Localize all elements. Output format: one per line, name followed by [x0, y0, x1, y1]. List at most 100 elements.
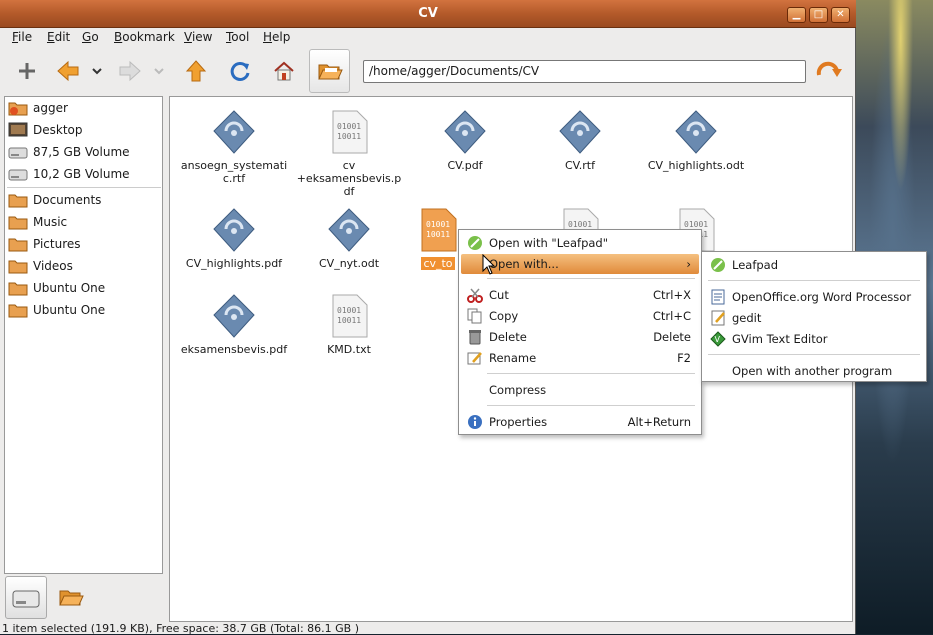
up-button[interactable] [178, 49, 214, 93]
svg-text:V: V [715, 335, 721, 344]
folder-view-button[interactable] [309, 49, 350, 93]
file-item[interactable]: eksamensbevis.pdf [172, 291, 296, 356]
title-bar[interactable]: CV ▁ □ ✕ [0, 0, 856, 28]
place-desktop[interactable]: Desktop [8, 120, 83, 140]
place-volume-10[interactable]: 10,2 GB Volume [8, 164, 130, 184]
copy-icon [461, 308, 489, 324]
place-volume-87[interactable]: 87,5 GB Volume [8, 142, 130, 162]
place-music[interactable]: Music [8, 212, 67, 232]
places-mode-button[interactable] [5, 576, 47, 619]
svg-text:01001: 01001 [426, 220, 450, 229]
file-item[interactable]: 01001 10011 cv +eksamensbevis.p df [287, 107, 411, 198]
file-item[interactable]: CV_highlights.pdf [172, 205, 296, 270]
svg-text:01001: 01001 [684, 220, 708, 229]
file-item[interactable]: 01001 10011 KMD.txt [287, 291, 411, 356]
place-ubuntu-one[interactable]: Ubuntu One [8, 278, 105, 298]
trash-icon [461, 329, 489, 345]
file-name: cv_to [421, 257, 455, 270]
tree-mode-button[interactable] [50, 576, 92, 619]
file-name: CV_highlights.pdf [185, 257, 283, 270]
menu-bookmark[interactable]: Bookmark [114, 30, 175, 44]
place-label: Documents [33, 193, 102, 207]
submenu-item-other[interactable]: Open with another program [704, 361, 924, 381]
home-folder-icon [8, 102, 28, 116]
place-videos[interactable]: Videos [8, 256, 73, 276]
place-ubuntu-one-2[interactable]: Ubuntu One [8, 300, 105, 320]
document-icon [403, 107, 527, 155]
folder-icon [8, 216, 28, 230]
back-history-dropdown[interactable] [88, 49, 106, 93]
file-item[interactable]: CV.pdf [403, 107, 527, 172]
submenu-item-openoffice[interactable]: OpenOffice.org Word Processor [704, 287, 924, 307]
maximize-button[interactable]: □ [809, 7, 828, 23]
file-item[interactable]: CV_highlights.odt [634, 107, 758, 172]
document-icon [518, 107, 642, 155]
arrow-right-icon [119, 60, 141, 82]
menu-item-properties[interactable]: Properties Alt+Return [461, 412, 699, 432]
place-label: 10,2 GB Volume [33, 167, 130, 181]
forward-button[interactable] [112, 49, 148, 93]
menu-view[interactable]: View [184, 30, 212, 44]
forward-history-dropdown[interactable] [150, 49, 168, 93]
go-button[interactable] [812, 49, 846, 93]
document-icon [172, 291, 296, 339]
file-name: ansoegn_systemati c.rtf [180, 159, 288, 185]
folder-icon [8, 194, 28, 208]
place-label: Music [33, 215, 68, 229]
minimize-button[interactable]: ▁ [787, 7, 806, 23]
location-input[interactable]: /home/agger/Documents/CV [363, 60, 806, 83]
file-item[interactable]: CV.rtf [518, 107, 642, 172]
place-label: agger [33, 101, 68, 115]
svg-text:01001: 01001 [337, 306, 361, 315]
home-button[interactable] [266, 49, 302, 93]
new-tab-button[interactable] [8, 49, 46, 93]
folder-icon [8, 304, 28, 318]
back-button[interactable] [50, 49, 86, 93]
menu-go[interactable]: Go [82, 30, 99, 44]
menu-item-copy[interactable]: Copy Ctrl+C [461, 306, 699, 326]
submenu-item-gvim[interactable]: V GVim Text Editor [704, 329, 924, 349]
menu-help[interactable]: Help [263, 30, 290, 44]
menu-item-delete[interactable]: Delete Delete [461, 327, 699, 347]
drive-icon [8, 147, 28, 159]
place-home[interactable]: agger [8, 98, 68, 118]
file-name: CV_nyt.odt [318, 257, 380, 270]
menu-item-open-with[interactable]: Open with... › [461, 254, 699, 274]
submenu-item-leafpad[interactable]: Leafpad [704, 255, 924, 275]
svg-text:10011: 10011 [426, 230, 450, 239]
home-icon [274, 61, 294, 81]
chevron-down-icon [92, 68, 102, 75]
mouse-cursor-icon [482, 254, 496, 275]
file-name: CV_highlights.odt [647, 159, 745, 172]
close-button[interactable]: ✕ [831, 7, 850, 23]
menu-item-rename[interactable]: Rename F2 [461, 348, 699, 368]
submenu-item-gedit[interactable]: gedit [704, 308, 924, 328]
menu-edit[interactable]: Edit [47, 30, 70, 44]
svg-text:01001: 01001 [568, 220, 592, 229]
reload-button[interactable] [222, 49, 258, 93]
folder-open-icon [59, 590, 84, 605]
gvim-icon: V [704, 331, 732, 347]
menu-item-open-with-leafpad[interactable]: Open with "Leafpad" [461, 233, 699, 253]
file-item[interactable]: ansoegn_systemati c.rtf [172, 107, 296, 185]
openoffice-writer-icon [704, 289, 732, 305]
file-item[interactable]: CV_nyt.odt [287, 205, 411, 270]
place-documents[interactable]: Documents [8, 190, 101, 210]
menu-item-compress[interactable]: Compress [461, 380, 699, 400]
file-name: KMD.txt [327, 343, 371, 356]
menu-item-cut[interactable]: Cut Ctrl+X [461, 285, 699, 305]
document-icon [287, 205, 411, 253]
place-label: 87,5 GB Volume [33, 145, 130, 159]
window-title: CV [418, 6, 438, 21]
menu-tool[interactable]: Tool [226, 30, 249, 44]
places-sidebar: agger Desktop 87,5 GB Volume 10,2 GB Vol… [4, 96, 163, 574]
leafpad-icon [704, 257, 732, 273]
svg-text:10011: 10011 [337, 316, 361, 325]
folder-icon [8, 238, 28, 252]
menu-file[interactable]: File [12, 30, 32, 44]
menu-bar: File Edit Go Bookmark View Tool Help [0, 28, 856, 48]
go-arrow-icon [816, 61, 842, 77]
open-with-submenu: Leafpad OpenOffice.org Word Processor ge… [701, 251, 927, 382]
leafpad-icon [461, 235, 489, 251]
place-pictures[interactable]: Pictures [8, 234, 81, 254]
